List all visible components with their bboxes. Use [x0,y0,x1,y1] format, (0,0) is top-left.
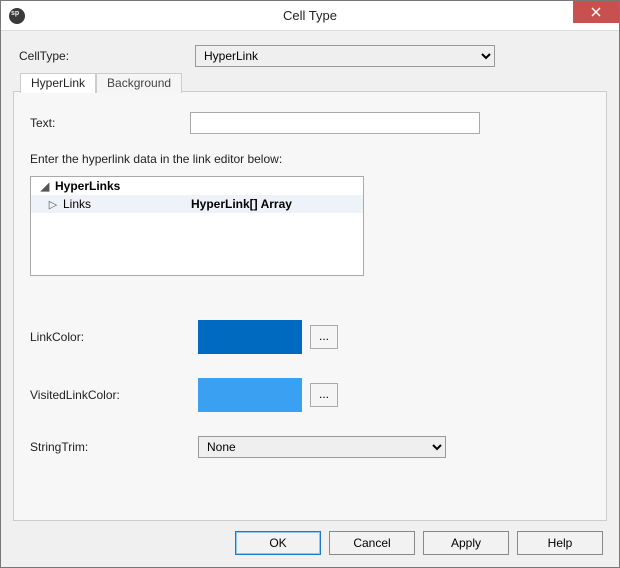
stringtrim-select[interactable]: None [198,436,446,458]
tab-background[interactable]: Background [96,73,182,93]
app-icon [9,8,25,24]
linkcolor-swatch [198,320,302,354]
text-row: Text: [30,112,590,134]
close-icon [591,7,601,17]
titlebar: Cell Type [1,1,619,31]
tab-panel: HyperLink Background Text: Enter the hyp… [13,91,607,521]
visitedlinkcolor-row: VisitedLinkColor: ... [30,378,590,412]
tabstrip: HyperLink Background [20,73,182,93]
apply-button[interactable]: Apply [423,531,509,555]
tree-group-name: HyperLinks [55,179,195,193]
link-editor-instruction: Enter the hyperlink data in the link edi… [30,152,590,166]
tree-child-name: Links [63,197,191,211]
visitedlinkcolor-swatch [198,378,302,412]
content-area: CellType: HyperLink HyperLink Background… [1,31,619,567]
link-editor-tree[interactable]: ◢ HyperLinks ▷ Links HyperLink[] Array [30,176,364,276]
visitedlinkcolor-label: VisitedLinkColor: [30,388,198,402]
help-button[interactable]: Help [517,531,603,555]
celltype-select[interactable]: HyperLink [195,45,495,67]
stringtrim-row: StringTrim: None [30,436,590,458]
dialog-window: Cell Type CellType: HyperLink HyperLink … [0,0,620,568]
linkcolor-label: LinkColor: [30,330,198,344]
hyperlink-tab-content: Text: Enter the hyperlink data in the li… [30,92,590,458]
dialog-buttons: OK Cancel Apply Help [13,521,607,555]
text-input[interactable] [190,112,480,134]
tab-hyperlink[interactable]: HyperLink [20,73,96,93]
tree-child-value: HyperLink[] Array [191,197,292,211]
collapse-icon[interactable]: ◢ [39,180,51,193]
celltype-row: CellType: HyperLink [19,45,601,67]
stringtrim-label: StringTrim: [30,440,198,454]
linkcolor-row: LinkColor: ... [30,320,590,354]
tree-child-row[interactable]: ▷ Links HyperLink[] Array [31,195,363,213]
celltype-label: CellType: [19,49,195,63]
text-label: Text: [30,116,190,130]
expand-icon[interactable]: ▷ [47,198,59,211]
cancel-button[interactable]: Cancel [329,531,415,555]
visitedlinkcolor-picker-button[interactable]: ... [310,383,338,407]
ok-button[interactable]: OK [235,531,321,555]
tree-group-row[interactable]: ◢ HyperLinks [31,177,363,195]
close-button[interactable] [573,1,619,23]
window-title: Cell Type [1,8,619,23]
linkcolor-picker-button[interactable]: ... [310,325,338,349]
